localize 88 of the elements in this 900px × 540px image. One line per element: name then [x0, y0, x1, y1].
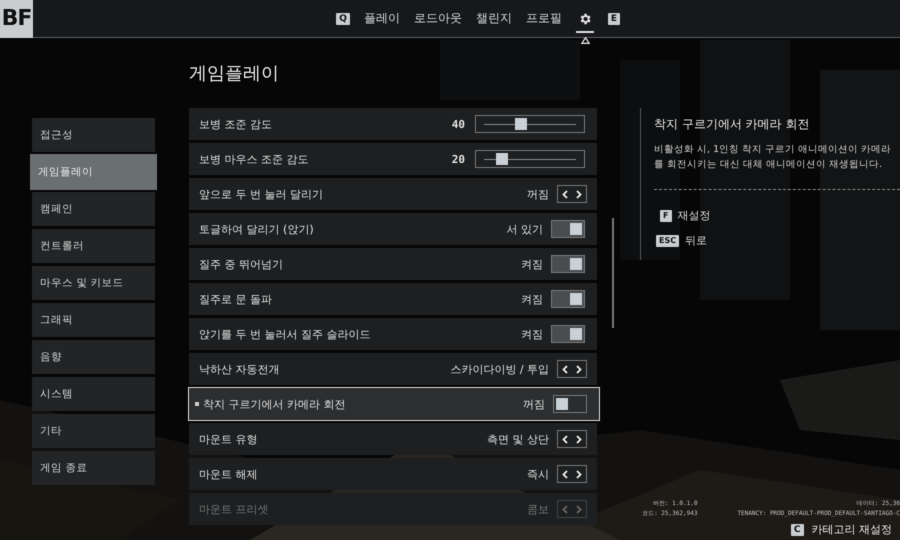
toggle-switch[interactable]: [551, 325, 586, 343]
setting-row[interactable]: 착지 구르기에서 카메라 회전 꺼짐: [189, 388, 600, 420]
setting-label: 앉기를 두 번 눌러서 질주 슬라이드: [199, 326, 372, 342]
setting-value: 켜짐: [521, 292, 544, 306]
detail-description: 비활성화 시, 1인칭 착지 구르기 애니메이션이 카메라를 회전시키는 대신 대체 애니메이션이 재생됩니다.: [654, 143, 892, 172]
setting-row[interactable]: 보병 마우스 조준 감도 20: [189, 143, 598, 175]
setting-row[interactable]: 보병 조준 감도 40: [189, 108, 598, 140]
key-hint: Q: [336, 12, 350, 24]
toggle-switch[interactable]: [551, 255, 586, 273]
arrow-selector[interactable]: [557, 360, 588, 378]
scrollbar[interactable]: [612, 218, 614, 328]
category-item[interactable]: 그래픽: [32, 303, 156, 337]
setting-row[interactable]: 앉기를 두 번 눌러서 질주 슬라이드 켜짐: [189, 318, 598, 350]
settings-icon: [578, 12, 592, 26]
setting-row[interactable]: 낙하산 자동전개 스카이다이빙 / 투입: [189, 353, 598, 385]
setting-label: 마운트 프리셋: [199, 502, 270, 516]
category-item[interactable]: 기타: [32, 414, 156, 448]
setting-value: 즉시: [527, 466, 550, 482]
setting-value: 20: [452, 152, 466, 166]
toggle-switch[interactable]: [553, 395, 588, 413]
key-hint: ESC: [656, 234, 680, 246]
game-logo: BF: [0, 0, 33, 38]
slider-thumb[interactable]: [496, 153, 508, 165]
setting-label: 보병 조준 감도: [199, 116, 274, 132]
category-item[interactable]: 접근성: [32, 118, 156, 152]
settings-tab[interactable]: [576, 12, 594, 32]
slider-thumb[interactable]: [514, 118, 527, 130]
category-item[interactable]: 컨트롤러: [32, 229, 156, 263]
slider[interactable]: [475, 115, 586, 133]
setting-value: 스카이다이빙 / 투입: [450, 362, 550, 376]
setting-value: 꺼짐: [527, 186, 550, 202]
triangle-icon: [580, 36, 590, 44]
category-item[interactable]: 마우스 및 키보드: [32, 266, 156, 300]
setting-value: 켜짐: [521, 326, 544, 342]
setting-label: 마운트 해제: [199, 466, 259, 482]
setting-value: 40: [452, 118, 466, 130]
nav-tab[interactable]: 프로필: [526, 10, 562, 27]
detail-title: 착지 구르기에서 카메라 회전: [654, 116, 810, 133]
setting-label: 보병 마우스 조준 감도: [199, 152, 310, 166]
action-label[interactable]: 재설정: [678, 208, 710, 223]
nav-tab[interactable]: 로드아웃: [414, 10, 462, 27]
page-title: 게임플레이: [189, 62, 280, 86]
left-chevron-icon: [562, 504, 568, 514]
action-label[interactable]: 카테고리 재설정: [812, 522, 892, 537]
setting-value: 콤보: [527, 502, 550, 516]
setting-value: 꺼짐: [523, 396, 546, 412]
setting-value: 켜짐: [521, 256, 544, 272]
nav-tab[interactable]: 플레이: [364, 10, 400, 27]
right-chevron-icon: [576, 470, 582, 478]
key-hint: E: [608, 12, 620, 24]
setting-label: 질주 중 뛰어넘기: [199, 256, 284, 272]
setting-value: 측면 및 상단: [487, 432, 550, 446]
focus-marker-icon: [195, 402, 200, 406]
category-item[interactable]: 음향: [32, 340, 156, 374]
category-item[interactable]: 캠페인: [32, 192, 156, 226]
setting-row[interactable]: 질주 중 뛰어넘기 켜짐: [189, 248, 598, 280]
setting-label: 질주로 문 돌파: [199, 292, 274, 306]
key-hint: F: [660, 210, 672, 222]
setting-row[interactable]: 질주로 문 돌파 켜짐: [189, 283, 598, 315]
setting-value: 서 있기: [506, 222, 544, 236]
action-label[interactable]: 뒤로: [685, 233, 708, 248]
toggle-switch[interactable]: [551, 220, 586, 238]
right-chevron-icon: [576, 504, 582, 514]
toggle-switch[interactable]: [551, 290, 586, 308]
category-item[interactable]: 게임 종료: [32, 451, 156, 485]
setting-row[interactable]: 토글하여 달리기 (앉기) 서 있기: [189, 213, 598, 245]
category-item[interactable]: 시스템: [32, 377, 156, 411]
left-chevron-icon: [562, 190, 568, 198]
slider[interactable]: [475, 150, 586, 168]
setting-row[interactable]: 마운트 유형 측면 및 상단: [189, 423, 598, 455]
left-chevron-icon: [562, 470, 568, 478]
right-chevron-icon: [576, 434, 582, 444]
setting-label: 낙하산 자동전개: [199, 362, 281, 376]
setting-label: 착지 구르기에서 카메라 회전: [203, 396, 347, 412]
arrow-selector[interactable]: [557, 185, 588, 203]
left-chevron-icon: [562, 434, 568, 444]
left-chevron-icon: [562, 364, 568, 374]
setting-label: 앞으로 두 번 눌러 달리기: [199, 186, 324, 202]
arrow-selector[interactable]: [557, 465, 588, 483]
setting-row[interactable]: 마운트 해제 즉시: [189, 458, 598, 490]
nav-tab[interactable]: 챌린지: [476, 10, 512, 27]
arrow-selector[interactable]: [557, 430, 588, 448]
setting-label: 마운트 유형: [199, 432, 259, 446]
setting-row[interactable]: 앞으로 두 번 눌러 달리기 꺼짐: [189, 178, 598, 210]
right-chevron-icon: [576, 364, 582, 374]
right-chevron-icon: [576, 190, 582, 198]
setting-label: 토글하여 달리기 (앉기): [199, 222, 315, 236]
category-item[interactable]: 게임플레이: [30, 154, 158, 190]
